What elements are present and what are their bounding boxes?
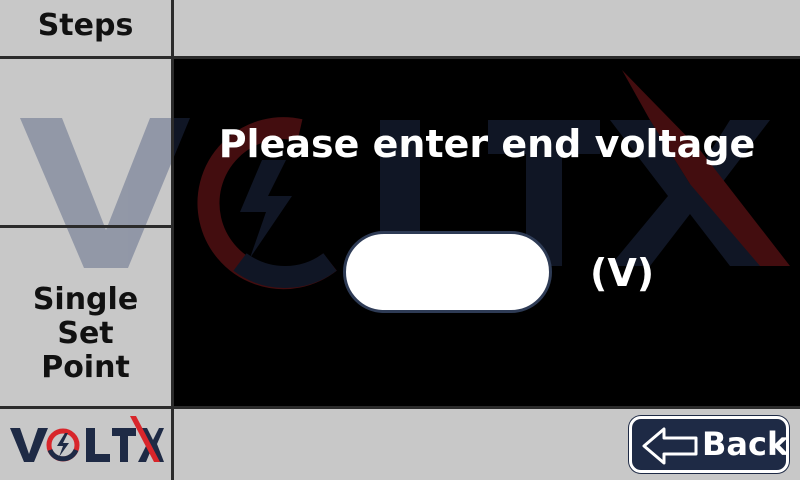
top-bar <box>174 0 800 57</box>
sidebar-item-steps[interactable]: Steps <box>0 8 171 53</box>
prompt-title: Please enter end voltage <box>218 122 756 166</box>
arrow-left-outline-icon <box>642 427 698 465</box>
sidebar-item-mode-label-line1: Single Set <box>32 282 139 351</box>
voltx-logo <box>10 416 164 462</box>
sidebar-item-steps-label: Steps <box>37 8 134 43</box>
divider-3 <box>0 406 800 409</box>
sidebar-item-mode[interactable]: Single Set Point <box>0 282 171 385</box>
end-voltage-input[interactable] <box>343 231 552 313</box>
voltage-unit-label: (V) <box>590 251 655 295</box>
sidebar-item-mode-label-line2: Point <box>41 350 130 385</box>
divider-2 <box>0 225 174 228</box>
back-button-label: Back <box>702 425 789 463</box>
divider-1 <box>0 56 800 59</box>
back-button[interactable]: Back <box>629 416 789 473</box>
